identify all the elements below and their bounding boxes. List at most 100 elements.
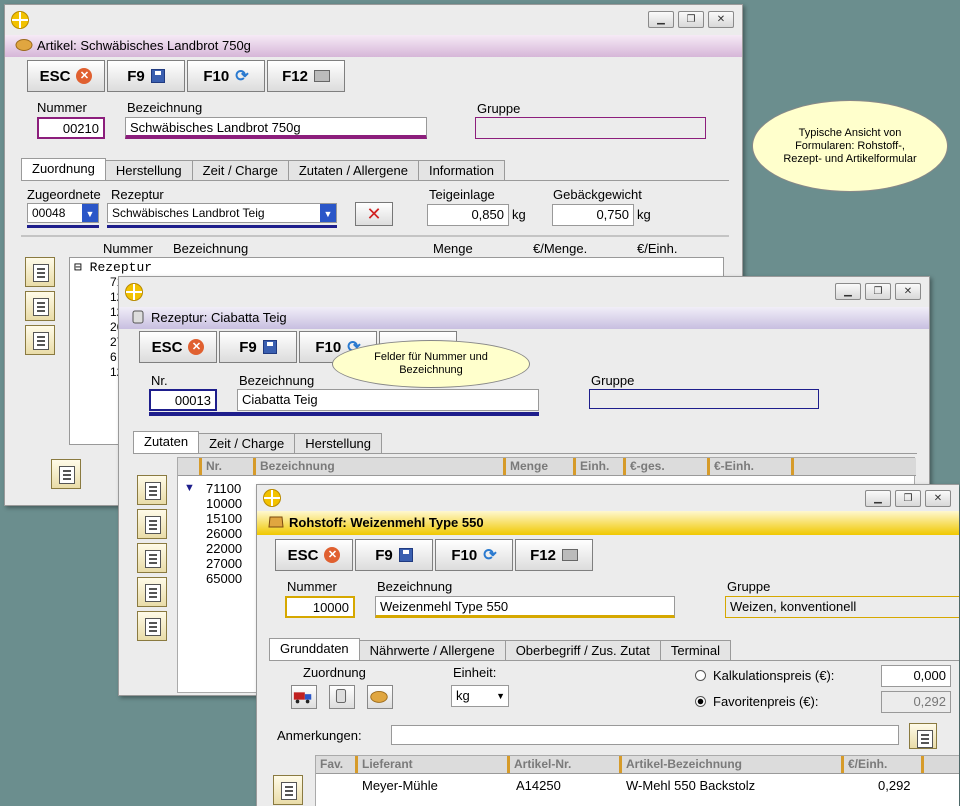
esc-button[interactable]: ESC ✕	[27, 60, 105, 92]
artikel-titlebar[interactable]: ▁ ❐ ✕	[5, 5, 742, 35]
bezeichnung-field[interactable]: Schwäbisches Landbrot 750g	[125, 117, 427, 139]
lieferanten-grid[interactable]: Fav. Lieferant Artikel-Nr. Artikel-Bezei…	[315, 755, 959, 806]
teigeinlage-field[interactable]: 0,850	[427, 204, 509, 226]
add-button[interactable]	[25, 291, 55, 321]
tab-grunddaten[interactable]: Grunddaten	[269, 638, 360, 660]
tab-zutaten-allergene[interactable]: Zutaten / Allergene	[287, 160, 419, 180]
tab-zeit-charge[interactable]: Zeit / Charge	[191, 160, 289, 180]
minimize-button[interactable]: ▁	[835, 283, 861, 300]
bread-icon[interactable]	[367, 685, 393, 709]
rohstoff-titlebar[interactable]: ▁ ❐ ✕	[257, 485, 959, 511]
preis-cell[interactable]: 0,292	[878, 778, 911, 793]
truck-icon[interactable]	[291, 685, 317, 709]
maximize-button[interactable]: ❐	[895, 490, 921, 507]
favoritenpreis-radio[interactable]	[695, 696, 706, 707]
gruppe-label: Gruppe	[477, 101, 521, 116]
f9-save-button[interactable]: F9	[107, 60, 185, 92]
minimize-button[interactable]: ▁	[865, 490, 891, 507]
f10-refresh-button[interactable]: F10 ⟳	[435, 539, 513, 571]
tree-item[interactable]: 6	[110, 350, 117, 364]
copy-button[interactable]	[273, 775, 303, 805]
esc-button[interactable]: ESC ✕	[139, 331, 217, 363]
move-down-button[interactable]	[137, 611, 167, 641]
nr-field[interactable]: 00013	[149, 389, 217, 411]
col-artikel-nr[interactable]: Artikel-Nr.	[510, 756, 622, 773]
artikel-nr-cell[interactable]: A14250	[516, 778, 561, 793]
esc-button[interactable]: ESC ✕	[275, 539, 353, 571]
export-button[interactable]	[909, 723, 937, 749]
app-logo-icon	[125, 283, 143, 301]
einheit-select[interactable]: kg ▼	[451, 685, 509, 707]
close-button[interactable]: ✕	[925, 490, 951, 507]
col-menge[interactable]: Menge	[506, 458, 576, 475]
einheit-label: Einheit:	[453, 665, 497, 680]
gruppe-field[interactable]	[589, 389, 819, 409]
export-button[interactable]	[51, 459, 81, 489]
remove-rezeptur-button[interactable]: ✕	[355, 202, 393, 226]
col-menge: Menge	[433, 241, 473, 256]
maximize-button[interactable]: ❐	[865, 283, 891, 300]
tab-zuordnung[interactable]: Zuordnung	[21, 158, 106, 180]
rezeptur-number-select[interactable]: 00048 ▼	[27, 203, 99, 223]
col-euro-ges[interactable]: €-ges.	[626, 458, 710, 475]
rezeptur-name-select[interactable]: Schwäbisches Landbrot Teig ▼	[107, 203, 337, 223]
table-row[interactable]: 65000	[206, 571, 242, 586]
bezeichnung-field[interactable]: Ciabatta Teig	[237, 389, 539, 411]
lieferant-cell[interactable]: Meyer-Mühle	[362, 778, 438, 793]
table-row[interactable]: 71100	[206, 481, 241, 496]
f12-print-button[interactable]: F12	[267, 60, 345, 92]
f12-print-button[interactable]: F12	[515, 539, 593, 571]
f9-save-button[interactable]: F9	[355, 539, 433, 571]
col-einh[interactable]: Einh.	[576, 458, 626, 475]
table-row[interactable]: 15100	[206, 511, 242, 526]
nummer-field[interactable]: 00210	[37, 117, 105, 139]
add-button[interactable]	[137, 509, 167, 539]
table-row[interactable]: 22000	[206, 541, 242, 556]
copy-button[interactable]	[25, 257, 55, 287]
maximize-button[interactable]: ❐	[678, 11, 704, 28]
copy-button[interactable]	[137, 475, 167, 505]
cancel-icon: ✕	[324, 547, 341, 563]
tab-zeit-charge[interactable]: Zeit / Charge	[198, 433, 296, 453]
list-button[interactable]	[25, 325, 55, 355]
tab-naehrwerte-allergene[interactable]: Nährwerte / Allergene	[358, 640, 506, 660]
minimize-button[interactable]: ▁	[648, 11, 674, 28]
move-up-button[interactable]	[137, 577, 167, 607]
table-row[interactable]: 10000	[206, 496, 242, 511]
table-row[interactable]: 26000	[206, 526, 242, 541]
tab-information[interactable]: Information	[417, 160, 505, 180]
gebaeckgewicht-field[interactable]: 0,750	[552, 204, 634, 226]
col-nummer: Nummer	[103, 241, 153, 256]
close-button[interactable]: ✕	[708, 11, 734, 28]
gruppe-field[interactable]: Weizen, konventionell	[725, 596, 959, 618]
gruppe-field[interactable]	[475, 117, 706, 139]
tab-herstellung[interactable]: Herstellung	[104, 160, 193, 180]
col-euro-einh[interactable]: €-Einh.	[710, 458, 794, 475]
bezeichnung-field[interactable]: Weizenmehl Type 550	[375, 596, 675, 618]
col-lieferant[interactable]: Lieferant	[358, 756, 510, 773]
close-button[interactable]: ✕	[895, 283, 921, 300]
kalkulationspreis-field[interactable]: 0,000	[881, 665, 951, 687]
col-preis-einh[interactable]: €/Einh.	[844, 756, 924, 773]
nummer-field[interactable]: 10000	[285, 596, 355, 618]
rohstoff-caption: Rohstoff: Weizenmehl Type 550	[289, 515, 484, 530]
mixing-bowl-icon[interactable]	[329, 685, 355, 709]
col-artikel-bezeichnung[interactable]: Artikel-Bezeichnung	[622, 756, 844, 773]
f10-refresh-button[interactable]: F10 ⟳	[187, 60, 265, 92]
rezeptur-titlebar[interactable]: ▁ ❐ ✕	[119, 277, 929, 307]
col-nr[interactable]: Nr.	[202, 458, 256, 475]
anmerkungen-field[interactable]	[391, 725, 899, 745]
list-button[interactable]	[137, 543, 167, 573]
col-fav[interactable]: Fav.	[316, 756, 358, 773]
table-row[interactable]: 27000	[206, 556, 242, 571]
tab-zutaten[interactable]: Zutaten	[133, 431, 200, 453]
tab-terminal[interactable]: Terminal	[659, 640, 731, 660]
tree-root[interactable]: ⊟ Rezeptur	[74, 260, 152, 275]
favoritenpreis-field: 0,292	[881, 691, 951, 713]
tab-herstellung[interactable]: Herstellung	[294, 433, 383, 453]
kalkulationspreis-radio[interactable]	[695, 670, 706, 681]
f9-save-button[interactable]: F9	[219, 331, 297, 363]
artikel-bezeichnung-cell[interactable]: W-Mehl 550 Backstolz	[626, 778, 755, 793]
col-bezeichnung[interactable]: Bezeichnung	[256, 458, 506, 475]
tab-oberbegriff[interactable]: Oberbegriff / Zus. Zutat	[504, 640, 661, 660]
